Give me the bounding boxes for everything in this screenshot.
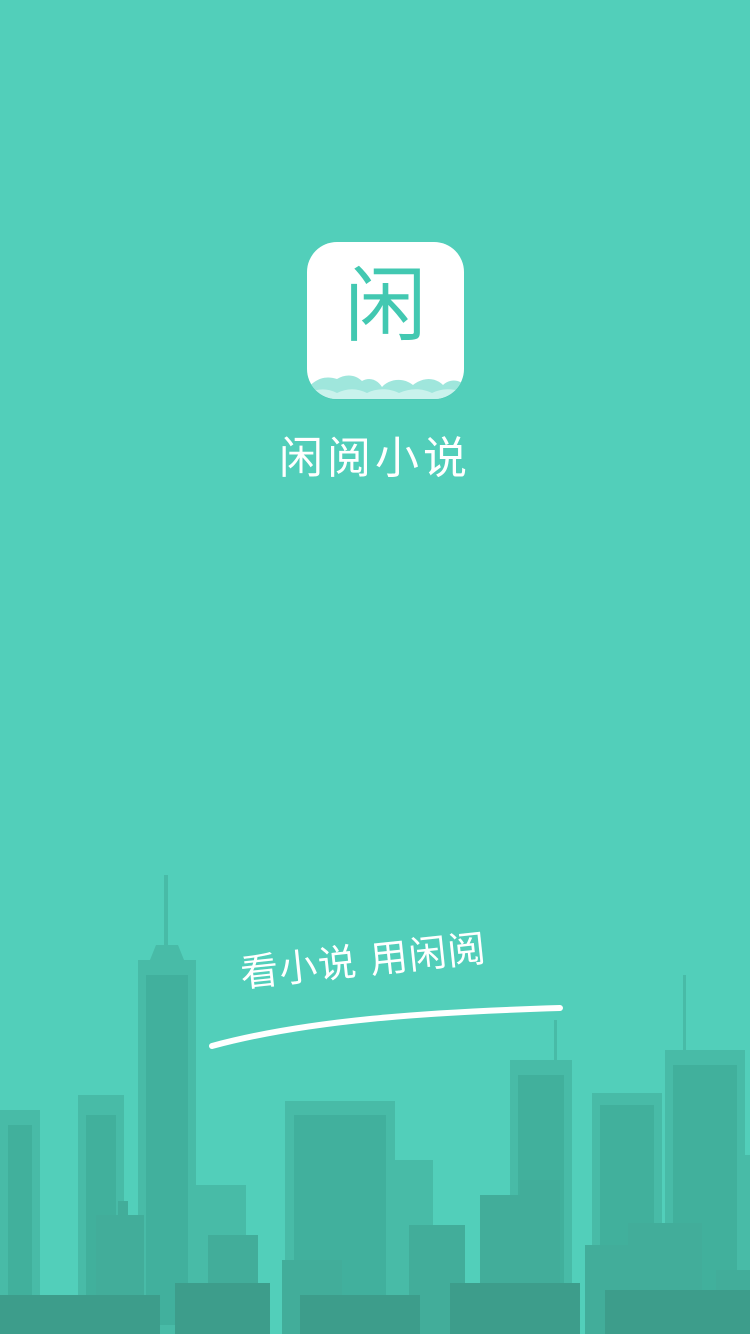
cloud-icon — [307, 375, 464, 399]
app-title: 闲阅小说 — [279, 433, 471, 484]
logo-character: 闲 — [344, 259, 427, 354]
splash-screen: 闲 闲阅小说 看小说 用闲阅 — [0, 0, 750, 1334]
city-skyline-icon — [0, 875, 750, 1334]
app-logo-icon: 闲 — [307, 242, 464, 399]
